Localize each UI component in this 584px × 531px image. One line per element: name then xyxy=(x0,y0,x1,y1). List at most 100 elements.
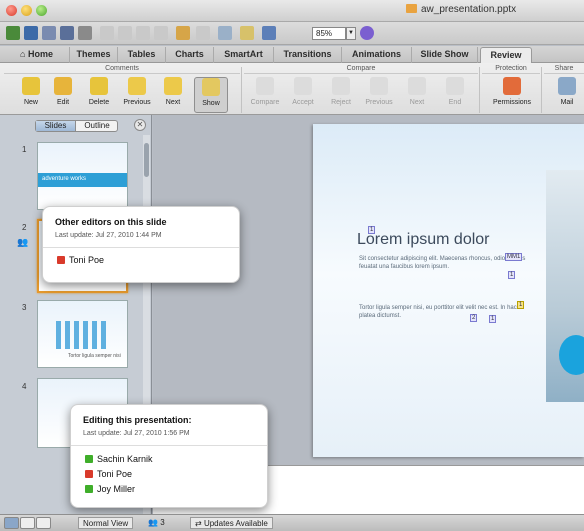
editor-item[interactable]: Toni Poe xyxy=(85,469,132,479)
close-window-button[interactable] xyxy=(6,5,17,16)
comments-group-label: Comments xyxy=(4,65,240,74)
slide-number: 4 xyxy=(22,382,27,391)
view-name-label: Normal View xyxy=(78,517,134,529)
slide-title[interactable]: Lorem ipsum dolor xyxy=(357,231,490,249)
updates-available-button[interactable]: ⇄ Updates Available xyxy=(190,517,273,529)
outline-tab[interactable]: Outline xyxy=(77,121,117,131)
previous-comment-button[interactable]: Previous xyxy=(120,77,154,113)
close-pane-icon[interactable]: ✕ xyxy=(134,119,146,131)
tab-review[interactable]: Review xyxy=(480,47,532,63)
document-icon xyxy=(406,4,417,13)
current-slide[interactable]: Lorem ipsum dolor Sit consectetur adipis… xyxy=(313,124,584,457)
popup-title: Editing this presentation: xyxy=(83,415,192,425)
slide-sorter-icon[interactable] xyxy=(20,517,35,529)
people-icon: 👥 xyxy=(148,518,161,527)
media-browser-icon[interactable] xyxy=(218,26,232,40)
tab-tables[interactable]: Tables xyxy=(118,47,166,63)
copy-icon[interactable] xyxy=(118,26,132,40)
user-color-chip xyxy=(85,485,93,493)
save-icon[interactable] xyxy=(60,26,74,40)
editor-item[interactable]: Toni Poe xyxy=(57,255,104,265)
tab-charts[interactable]: Charts xyxy=(166,47,214,63)
next-change-icon xyxy=(408,77,426,95)
share-group-label: Share xyxy=(544,65,584,74)
tab-slide-show[interactable]: Slide Show xyxy=(412,47,478,63)
pane-view-switcher: Slides Outline xyxy=(35,120,118,132)
popup-last-update: Last update: Jul 27, 2010 1:44 PM xyxy=(55,232,162,239)
slide-editors-popup: Other editors on this slide Last update:… xyxy=(42,206,240,283)
edit-comment-button[interactable]: Edit xyxy=(46,77,80,113)
print-icon[interactable] xyxy=(78,26,92,40)
delete-comment-button[interactable]: Delete xyxy=(82,77,116,113)
mail-button[interactable]: Mail xyxy=(550,77,584,113)
standard-toolbar: 85% ▼ xyxy=(0,22,584,45)
compare-button[interactable]: Compare xyxy=(248,77,282,113)
tab-animations[interactable]: Animations xyxy=(342,47,412,63)
permissions-button[interactable]: Permissions xyxy=(490,77,534,113)
slide-body-paragraph-2[interactable]: Tortor ligula semper nisi, eu porttitor … xyxy=(359,304,534,320)
group-separator xyxy=(241,67,242,113)
tab-smartart[interactable]: SmartArt xyxy=(214,47,274,63)
tab-home[interactable]: ⌂ Home xyxy=(4,47,70,63)
editor-item[interactable]: Sachin Karnik xyxy=(85,454,153,464)
popup-title: Other editors on this slide xyxy=(55,217,167,227)
editor-item[interactable]: Joy Miller xyxy=(85,484,135,494)
new-comment-button[interactable]: New xyxy=(14,77,48,113)
protection-group-label: Protection xyxy=(482,65,540,74)
new-comment-icon xyxy=(22,77,40,95)
toolbox-icon[interactable] xyxy=(240,26,254,40)
end-review-button[interactable]: End xyxy=(438,77,472,113)
next-change-button[interactable]: Next xyxy=(400,77,434,113)
sync-icon: ⇄ xyxy=(195,519,204,528)
ribbon: Comments Compare Protection Share New Ed… xyxy=(0,63,584,115)
reject-button[interactable]: Reject xyxy=(324,77,358,113)
popup-divider xyxy=(43,247,239,248)
slide-number: 2 xyxy=(22,223,27,232)
coauthor-presence-icon[interactable]: 👥 xyxy=(17,237,28,248)
coauthors-indicator[interactable]: 👥 3 xyxy=(144,517,169,529)
accept-button[interactable]: Accept xyxy=(286,77,320,113)
templates-icon[interactable] xyxy=(24,26,38,40)
popup-divider xyxy=(71,445,267,446)
tab-themes[interactable]: Themes xyxy=(70,47,118,63)
slide-number: 1 xyxy=(22,145,27,154)
next-comment-button[interactable]: Next xyxy=(156,77,190,113)
delete-comment-icon xyxy=(90,77,108,95)
format-painter-icon[interactable] xyxy=(154,26,168,40)
comment-marker[interactable]: 2 xyxy=(470,314,478,322)
help-icon[interactable] xyxy=(360,26,374,40)
slide-thumbnail-3[interactable]: Tortor ligula semper nisi xyxy=(37,300,128,368)
pane-scroll-thumb[interactable] xyxy=(144,143,149,177)
new-document-icon[interactable] xyxy=(6,26,20,40)
user-color-chip xyxy=(85,470,93,478)
slide-thumbnail-1[interactable]: adventure works xyxy=(37,142,128,210)
tab-transitions[interactable]: Transitions xyxy=(274,47,342,63)
compare-group-label: Compare xyxy=(244,65,478,74)
thumb-bar-chart xyxy=(56,321,106,349)
normal-view-icon[interactable] xyxy=(4,517,19,529)
undo-icon[interactable] xyxy=(176,26,190,40)
minimize-window-button[interactable] xyxy=(21,5,32,16)
comment-marker[interactable]: MM1 xyxy=(505,253,523,261)
zoom-field[interactable]: 85% xyxy=(312,27,346,40)
previous-change-button[interactable]: Previous xyxy=(362,77,396,113)
redo-icon[interactable] xyxy=(196,26,210,40)
comment-marker[interactable]: 1 xyxy=(368,226,376,234)
zoom-dropdown-icon[interactable]: ▼ xyxy=(346,27,356,40)
presenter-view-icon[interactable] xyxy=(36,517,51,529)
slides-tab[interactable]: Slides xyxy=(36,121,76,131)
comment-marker[interactable]: 1 xyxy=(508,271,516,279)
edit-comment-icon xyxy=(54,77,72,95)
paste-icon[interactable] xyxy=(136,26,150,40)
comment-marker[interactable]: 1 xyxy=(517,301,525,309)
title-bar: aw_presentation.pptx xyxy=(0,0,584,22)
window-title: aw_presentation.pptx xyxy=(406,4,516,15)
open-icon[interactable] xyxy=(42,26,56,40)
zoom-window-button[interactable] xyxy=(36,5,47,16)
show-comments-button[interactable]: Show xyxy=(194,77,228,113)
gallery-icon[interactable] xyxy=(262,26,276,40)
accept-icon xyxy=(294,77,312,95)
slide-number: 3 xyxy=(22,303,27,312)
cut-icon[interactable] xyxy=(100,26,114,40)
comment-marker[interactable]: 1 xyxy=(489,315,497,323)
